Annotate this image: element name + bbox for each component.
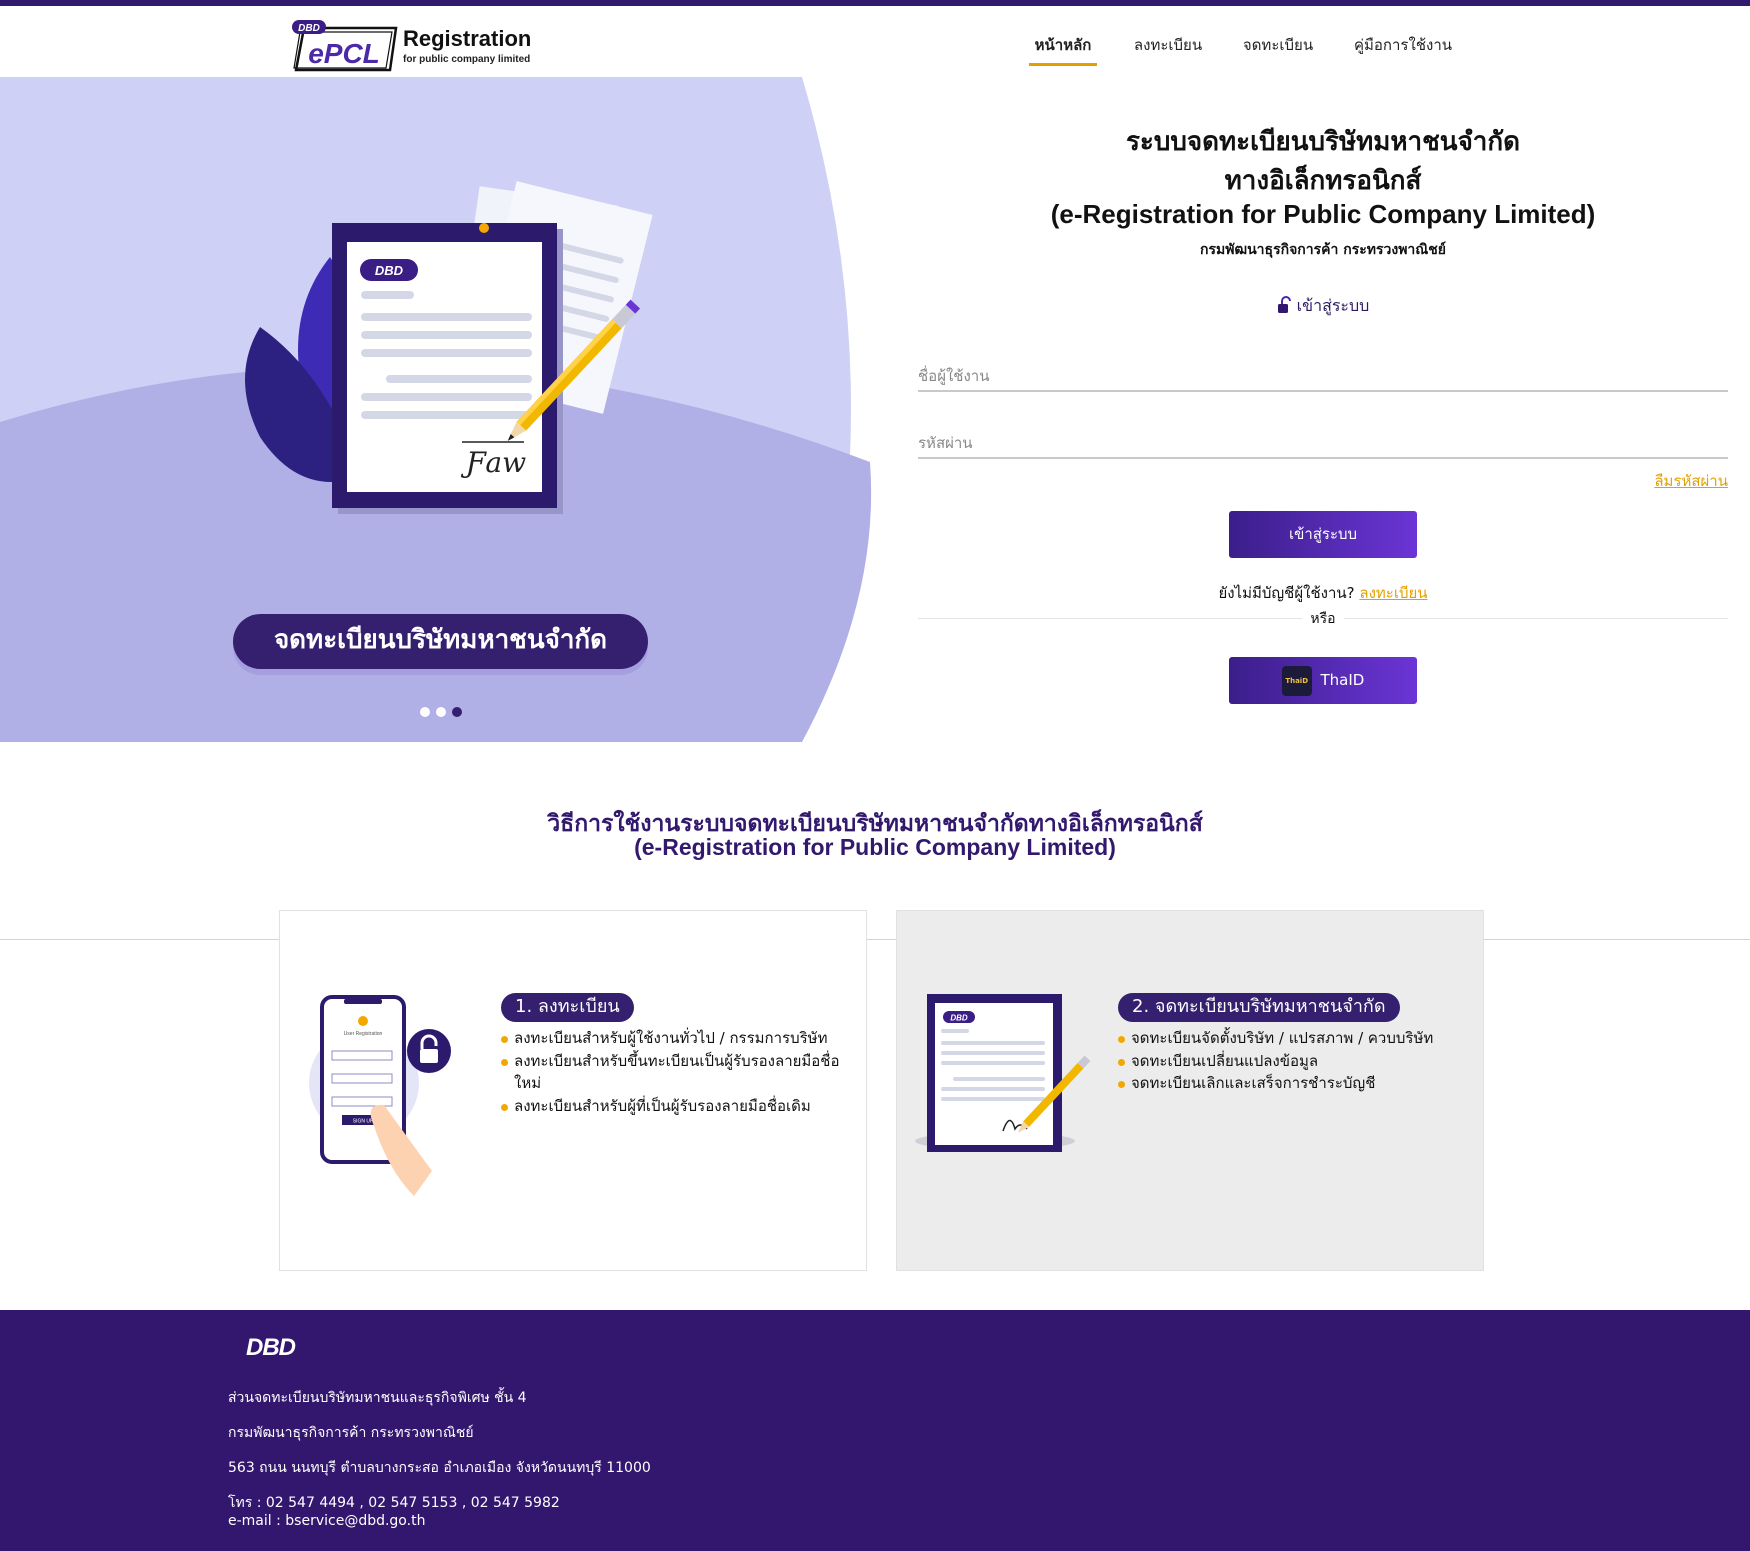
login-title-line1: ระบบจดทะเบียนบริษัทมหาชนจำกัด (1125, 127, 1521, 157)
or-label: หรือ (918, 608, 1728, 630)
document-signing-illustration: DBD (915, 994, 1091, 1152)
phone-registration-illustration: User Registration SIGN UP (309, 995, 451, 1196)
register-prompt: ยังไม่มีบัญชีผู้ใช้งาน? ลงทะเบียน (918, 581, 1728, 605)
slider-dots (420, 707, 470, 719)
list-item: ลงทะเบียนสำหรับขึ้นทะเบียนเป็นผู้รับรองล… (501, 1050, 841, 1095)
list-item: จดทะเบียนเปลี่ยนแปลงข้อมูล (1118, 1050, 1458, 1073)
login-button[interactable]: เข้าสู่ระบบ (1229, 511, 1417, 558)
hero-signature: Ƒaw (460, 446, 526, 479)
register-link[interactable]: ลงทะเบียน (1359, 584, 1427, 602)
slider-dot-1[interactable] (420, 707, 430, 717)
nav-company-registration[interactable]: จดทะเบียน (1238, 26, 1318, 66)
password-placeholder: รหัสผ่าน (918, 434, 973, 452)
epcl-logo-mark: DBD ePCL (292, 20, 398, 72)
nav-register[interactable]: ลงทะเบียน (1128, 26, 1208, 66)
or-text: หรือ (1302, 611, 1344, 627)
list-item: จดทะเบียนเลิกและเสร็จการชำระบัญชี (1118, 1072, 1458, 1095)
footer-address: 563 ถนน นนทบุรี ตำบลบางกระสอ อำเภอเมือง … (228, 1460, 651, 1476)
login-heading: เข้าสู่ระบบ (918, 294, 1728, 319)
thaid-login-button[interactable]: ThaiD ThaID (1229, 657, 1417, 704)
forgot-password-link[interactable]: ลืมรหัสผ่าน (1654, 469, 1728, 493)
login-panel: ระบบจดทะเบียนบริษัทมหาชนจำกัด ทางอิเล็กท… (918, 77, 1728, 742)
footer-email[interactable]: e-mail : bservice@dbd.go.th (228, 1513, 425, 1529)
login-heading-text: เข้าสู่ระบบ (1296, 296, 1370, 315)
password-field[interactable]: รหัสผ่าน (918, 419, 1728, 459)
phone-header-text: User Registration (344, 1031, 383, 1037)
logo-epcl-text: ePCL (308, 38, 380, 69)
nav-user-manual[interactable]: คู่มือการใช้งาน (1350, 26, 1456, 66)
footer-agency: กรมพัฒนาธุรกิจการค้า กระทรวงพาณิชย์ (228, 1425, 474, 1441)
logo-title: Registration (403, 26, 532, 51)
slider-dot-2[interactable] (436, 707, 446, 717)
card-register-list: ลงทะเบียนสำหรับผู้ใช้งานทั่วไป / กรรมการ… (501, 1027, 841, 1117)
card-company-label: 2. จดทะเบียนบริษัทมหาชนจำกัด (1118, 993, 1400, 1022)
card-register-label: 1. ลงทะเบียน (501, 993, 634, 1022)
thaid-logo-icon: ThaiD (1281, 665, 1312, 696)
username-field[interactable]: ชื่อผู้ใช้งาน (918, 352, 1728, 392)
login-title-line2: ทางอิเล็กทรอนิกส์ (1224, 166, 1422, 196)
list-item: ลงทะเบียนสำหรับผู้ใช้งานทั่วไป / กรรมการ… (501, 1027, 841, 1050)
lock-icon (1277, 295, 1291, 318)
footer-phone: โทร : 02 547 4494 , 02 547 5153 , 02 547… (228, 1495, 560, 1511)
howto-title-line2: (e-Registration for Public Company Limit… (634, 834, 1116, 860)
site-footer: DBD ส่วนจดทะเบียนบริษัทมหาชนและธุรกิจพิเ… (0, 1310, 1750, 1551)
card-doc-badge: DBD (950, 1014, 968, 1023)
nav-home[interactable]: หน้าหลัก (1029, 26, 1097, 66)
hero-slider: DBD Ƒaw จดทะเบียนบริษัทมหาชนจำกัด (0, 77, 880, 742)
howto-card-company-registration[interactable]: DBD 2. จดทะเบียนบริษัทมหาชนจำกัด จดทะเบี… (896, 910, 1484, 1271)
hero-doc-badge: DBD (375, 263, 404, 278)
card-company-list: จดทะเบียนจัดตั้งบริษัท / แปรสภาพ / ควบบร… (1118, 1027, 1458, 1095)
no-account-text: ยังไม่มีบัญชีผู้ใช้งาน? (1218, 584, 1355, 602)
section-divider (0, 939, 1750, 940)
site-header: DBD ePCL Registration for public company… (0, 6, 1750, 78)
howto-card-register[interactable]: User Registration SIGN UP 1. ลงทะเบียน ล… (279, 910, 867, 1271)
username-placeholder: ชื่อผู้ใช้งาน (918, 367, 990, 385)
footer-dbd-logo: DBD (246, 1334, 296, 1361)
epcl-logo[interactable]: DBD ePCL Registration for public company… (290, 18, 550, 74)
logo-badge-text: DBD (298, 23, 320, 34)
list-item: ลงทะเบียนสำหรับผู้ที่เป็นผู้รับรองลายมือ… (501, 1095, 841, 1118)
login-agency: กรมพัฒนาธุรกิจการค้า กระทรวงพาณิชย์ (1200, 242, 1446, 258)
thaid-logo-text: ThaiD (1285, 676, 1309, 685)
logo-subtitle: for public company limited (403, 54, 531, 65)
list-item: จดทะเบียนจัดตั้งบริษัท / แปรสภาพ / ควบบร… (1118, 1027, 1458, 1050)
footer-department: ส่วนจดทะเบียนบริษัทมหาชนและธุรกิจพิเศษ ช… (228, 1390, 527, 1406)
login-title-line3: (e-Registration for Public Company Limit… (1050, 199, 1596, 229)
phone-signup-text: SIGN UP (353, 1119, 374, 1125)
thaid-button-label: ThaID (1320, 671, 1365, 689)
slider-dot-3[interactable] (452, 707, 462, 717)
hero-caption: จดทะเบียนบริษัทมหาชนจำกัด (233, 614, 648, 669)
